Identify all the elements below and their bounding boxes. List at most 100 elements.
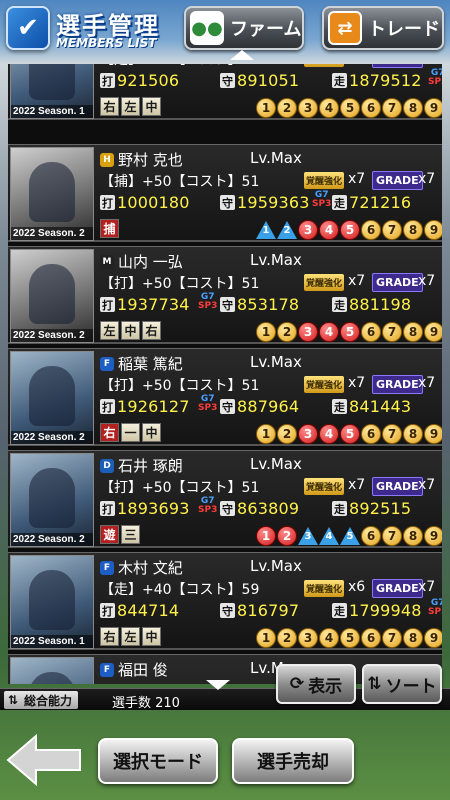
skill-level-ball: 6 bbox=[361, 526, 381, 546]
position-cost-line: 【走】+40【コスト】59 bbox=[100, 582, 260, 598]
skill-level-ball: 3 bbox=[298, 628, 318, 648]
skill-level-triangle: 2 bbox=[277, 220, 297, 240]
player-card[interactable]: 2022 Season. 1 F 木村 文紀 Lv.Max 【走】+40【コスト】59 覚… bbox=[8, 552, 442, 650]
awakening-count: x6 bbox=[348, 579, 366, 595]
grade-badge: GRADE bbox=[372, 171, 423, 190]
skill-level-ball: 1 bbox=[256, 98, 276, 118]
stat-key: 走 bbox=[332, 501, 347, 516]
player-card[interactable]: 2022 Season. 1F【走】+50【コスト】59覚醒強化x7GRADEx… bbox=[8, 64, 442, 120]
awakening-count: x7 bbox=[348, 477, 366, 493]
stat-defense: 守 863809 bbox=[220, 499, 299, 518]
scroll-down-arrow-icon[interactable] bbox=[206, 680, 230, 690]
player-card[interactable]: 2022 Season. 2 F 稲葉 篤紀 Lv.Max 【打】+50【コスト】51 覚… bbox=[8, 348, 442, 446]
stat-value: 863809 bbox=[237, 499, 300, 518]
player-card[interactable]: 2022 Season. 2 D 石井 琢朗 Lv.Max 【打】+50【コスト】51 覚… bbox=[8, 450, 442, 548]
stat-value: 721216 bbox=[349, 193, 412, 212]
grade-count: x7 bbox=[418, 375, 436, 391]
skill-level-ball: 4 bbox=[319, 220, 339, 240]
skill-level-ball: 5 bbox=[340, 424, 360, 444]
back-arrow-icon[interactable] bbox=[6, 734, 82, 786]
player-level: Lv.Max bbox=[250, 455, 302, 473]
skill-level-number: 2 bbox=[283, 224, 291, 236]
position-badge: 右 bbox=[142, 321, 161, 340]
skill-level-list: 123456789 bbox=[256, 322, 442, 342]
skill-level-ball: 7 bbox=[382, 98, 402, 118]
skill-level-number: 3 bbox=[304, 530, 312, 542]
position-list: 右一中 bbox=[100, 423, 163, 442]
stat-value: 1879512 bbox=[349, 71, 422, 90]
sp3-label: SP3 bbox=[198, 505, 218, 515]
skill-level-ball: 9 bbox=[424, 322, 442, 342]
player-photo bbox=[10, 657, 94, 684]
grade-badge: GRADE bbox=[372, 477, 423, 496]
sp3-label: SP3 bbox=[198, 403, 218, 413]
team-logo-icon: F bbox=[100, 357, 114, 371]
display-button[interactable]: ⟳ 表示 bbox=[276, 664, 356, 704]
skill-level-ball: 8 bbox=[403, 424, 423, 444]
player-silhouette bbox=[29, 366, 75, 426]
skill-level-ball: 8 bbox=[403, 628, 423, 648]
members-logo-icon: ✔ bbox=[6, 6, 50, 50]
scroll-up-arrow-icon[interactable] bbox=[230, 50, 254, 60]
stat-defense: 守 887964 bbox=[220, 397, 299, 416]
player-list[interactable]: 2022 Season. 1F【走】+50【コスト】59覚醒強化x7GRADEx… bbox=[8, 64, 442, 684]
stat-key: 打 bbox=[100, 297, 115, 312]
player-name: 野村 克也 bbox=[118, 151, 183, 169]
skill-level-ball: 7 bbox=[382, 628, 402, 648]
skill-level-ball: 5 bbox=[340, 98, 360, 118]
player-card[interactable]: 2022 Season. 2 H 野村 克也 Lv.Max 【捕】+50【コスト】51 覚… bbox=[8, 144, 442, 242]
skill-level-ball: 1 bbox=[256, 526, 276, 546]
stat-value: 891051 bbox=[237, 71, 300, 90]
display-icon: ⟳ bbox=[289, 674, 305, 694]
stat-running: 走 1799948 bbox=[332, 601, 422, 620]
stat-value: 1000180 bbox=[117, 193, 190, 212]
skill-level-ball: 6 bbox=[361, 424, 381, 444]
skill-level-list: 123456789 bbox=[256, 424, 442, 444]
stat-key: 守 bbox=[220, 603, 235, 618]
sort-button[interactable]: ⇅ ソート bbox=[362, 664, 442, 704]
team-logo-icon: F bbox=[100, 663, 114, 677]
awakening-count: x7 bbox=[348, 273, 366, 289]
skill-level-ball: 5 bbox=[340, 628, 360, 648]
position-badge: 中 bbox=[142, 627, 161, 646]
awakening-badge: 覚醒強化 bbox=[304, 172, 345, 189]
player-count: 選手数 210 bbox=[112, 696, 180, 711]
position-cost-line: 【捕】+50【コスト】51 bbox=[100, 174, 260, 190]
farm-button[interactable]: ●● ファーム bbox=[184, 6, 304, 50]
skill-level-ball: 6 bbox=[361, 322, 381, 342]
awakening-badge: 覚醒強化 bbox=[304, 274, 345, 291]
skill-level-list: 123456789 bbox=[256, 526, 442, 546]
sell-players-button[interactable]: 選手売却 bbox=[232, 738, 354, 784]
skill-level-ball: 9 bbox=[424, 628, 442, 648]
player-card[interactable]: 2022 Season. 2 M 山内 一弘 Lv.Max 【打】+50【コスト】51 覚… bbox=[8, 246, 442, 344]
skill-level-ball: 8 bbox=[403, 220, 423, 240]
stat-defense: 守 1959363 bbox=[220, 193, 310, 212]
g7-sp3-badge: G7SP3 bbox=[198, 293, 217, 311]
farm-label: ファーム bbox=[230, 19, 302, 40]
sort-criteria-label[interactable]: ⇅ 総合能力 bbox=[4, 691, 79, 709]
stat-value: 881198 bbox=[349, 295, 412, 314]
skill-level-list: 123456789 bbox=[256, 98, 442, 118]
position-cost-line: 【打】+50【コスト】51 bbox=[100, 378, 260, 394]
skill-level-ball: 1 bbox=[256, 424, 276, 444]
stat-key: 打 bbox=[100, 399, 115, 414]
skill-level-ball: 1 bbox=[256, 322, 276, 342]
trade-button[interactable]: ⇄ トレード bbox=[322, 6, 444, 50]
stat-batting: 打 1893693 bbox=[100, 499, 190, 518]
select-mode-button[interactable]: 選択モード bbox=[98, 738, 218, 784]
position-badge: 遊 bbox=[100, 525, 119, 544]
position-badge: 左 bbox=[100, 321, 119, 340]
stat-value: 892515 bbox=[349, 499, 412, 518]
player-photo: 2022 Season. 2 bbox=[10, 147, 94, 241]
player-name: 稲葉 篤紀 bbox=[118, 355, 183, 373]
grade-badge: GRADE bbox=[372, 579, 423, 598]
player-photo: 2022 Season. 2 bbox=[10, 453, 94, 547]
trade-label: トレード bbox=[368, 19, 440, 40]
player-photo: 2022 Season. 2 bbox=[10, 249, 94, 343]
skill-level-ball: 5 bbox=[340, 322, 360, 342]
skill-level-ball: 4 bbox=[319, 322, 339, 342]
grade-count: x7 bbox=[418, 477, 436, 493]
stat-running: 走 721216 bbox=[332, 193, 411, 212]
sort-icon: ⇅ bbox=[367, 674, 382, 694]
stat-value: 844714 bbox=[117, 601, 180, 620]
